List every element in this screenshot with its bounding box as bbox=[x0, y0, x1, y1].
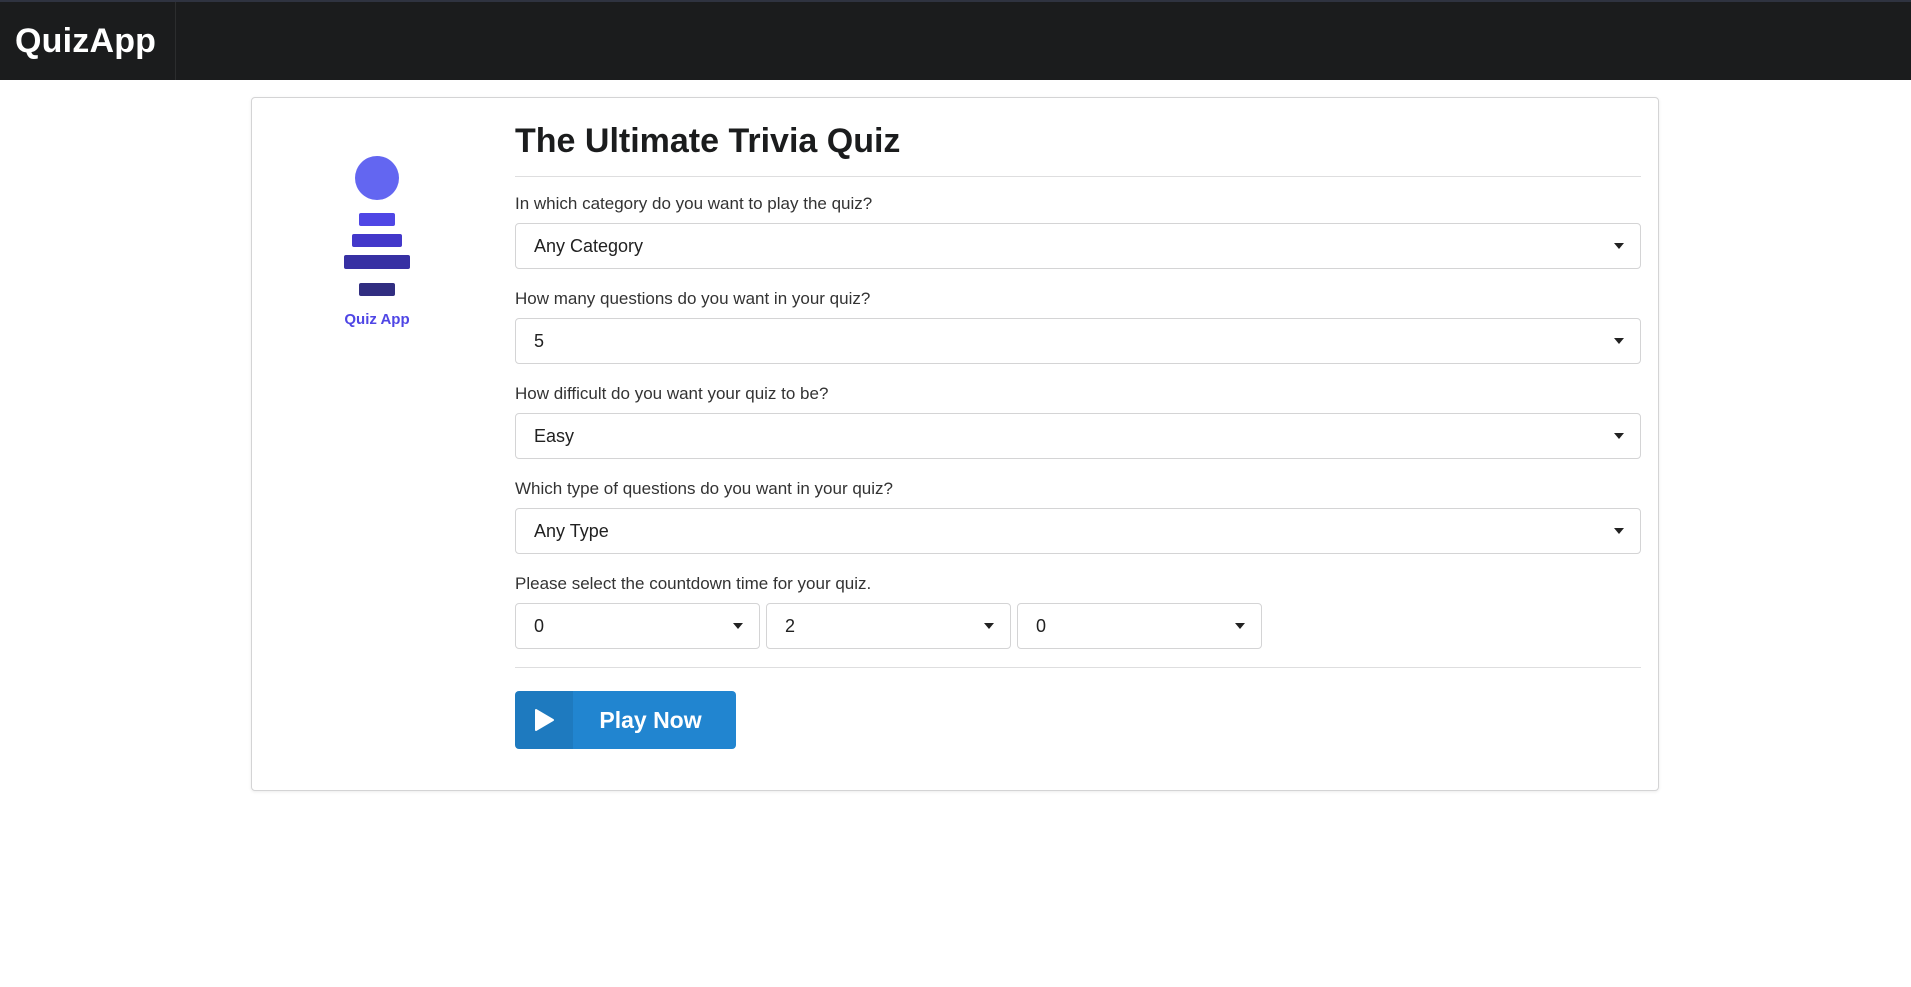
play-icon bbox=[535, 709, 554, 731]
type-value: Any Type bbox=[534, 520, 609, 541]
questions-select[interactable]: 5 bbox=[515, 318, 1641, 364]
type-label: Which type of questions do you want in y… bbox=[515, 479, 893, 498]
countdown-seconds-select[interactable]: 0 bbox=[1017, 603, 1262, 649]
quiz-app-logo-icon bbox=[344, 156, 410, 296]
play-icon-box bbox=[515, 691, 573, 749]
form-divider bbox=[515, 667, 1641, 668]
type-select[interactable]: Any Type bbox=[515, 508, 1641, 554]
top-navbar: QuizApp bbox=[0, 0, 1911, 80]
category-select[interactable]: Any Category bbox=[515, 223, 1641, 269]
questions-value: 5 bbox=[534, 330, 545, 351]
quiz-app-logo: Quiz App bbox=[332, 156, 422, 336]
chevron-down-icon bbox=[1235, 623, 1245, 629]
title-divider bbox=[515, 176, 1641, 177]
countdown-minutes-value: 2 bbox=[785, 615, 796, 636]
difficulty-value: Easy bbox=[534, 425, 575, 446]
logo-caption: Quiz App bbox=[344, 311, 410, 328]
chevron-down-icon bbox=[1614, 338, 1624, 344]
chevron-down-icon bbox=[1614, 243, 1624, 249]
quiz-form: The Ultimate Trivia Quiz In which catego… bbox=[515, 116, 1641, 749]
countdown-hours-select[interactable]: 0 bbox=[515, 603, 760, 649]
quiz-settings-card: Quiz App The Ultimate Trivia Quiz In whi… bbox=[251, 97, 1659, 791]
countdown-minutes-select[interactable]: 2 bbox=[766, 603, 1011, 649]
chevron-down-icon bbox=[1614, 433, 1624, 439]
countdown-hours-value: 0 bbox=[534, 615, 545, 636]
chevron-down-icon bbox=[984, 623, 994, 629]
play-now-label: Play Now bbox=[599, 706, 702, 733]
category-value: Any Category bbox=[534, 235, 644, 256]
countdown-label: Please select the countdown time for you… bbox=[515, 574, 872, 593]
countdown-seconds-value: 0 bbox=[1036, 615, 1047, 636]
category-label: In which category do you want to play th… bbox=[515, 194, 873, 213]
play-now-button[interactable]: Play Now bbox=[515, 691, 736, 749]
difficulty-select[interactable]: Easy bbox=[515, 413, 1641, 459]
countdown-selects: 0 2 0 bbox=[515, 603, 1641, 649]
questions-label: How many questions do you want in your q… bbox=[515, 289, 871, 308]
chevron-down-icon bbox=[1614, 528, 1624, 534]
brand-logo[interactable]: QuizApp bbox=[0, 2, 177, 80]
page-title: The Ultimate Trivia Quiz bbox=[515, 122, 901, 160]
difficulty-label: How difficult do you want your quiz to b… bbox=[515, 384, 829, 403]
chevron-down-icon bbox=[733, 623, 743, 629]
